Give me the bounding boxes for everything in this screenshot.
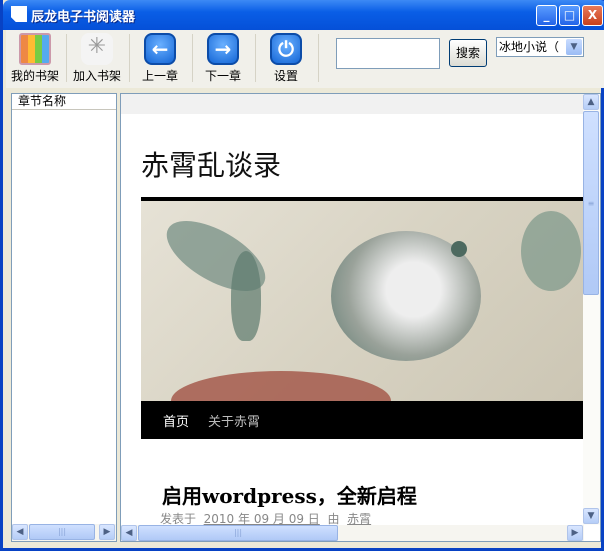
tool-label: 下一章 bbox=[204, 69, 241, 83]
add-to-bookshelf-button[interactable]: ✳ 加入书架 bbox=[69, 30, 125, 88]
nav-home-link[interactable]: 首页 bbox=[163, 411, 189, 430]
scroll-thumb[interactable]: ≡ bbox=[583, 111, 599, 295]
scroll-up-icon[interactable]: ▲ bbox=[583, 94, 599, 110]
add-shelf-icon: ✳ bbox=[81, 33, 113, 65]
scroll-down-icon[interactable]: ▼ bbox=[583, 508, 599, 524]
content-view[interactable]: 赤霄乱谈录 首页 关于赤霄 启用wordpress，全新启程 发表于 2010 … bbox=[120, 93, 601, 542]
bookshelf-icon bbox=[19, 33, 51, 65]
chevron-down-icon[interactable]: ▼ bbox=[566, 39, 582, 55]
search-button[interactable]: 搜索 bbox=[449, 39, 487, 67]
site-title[interactable]: 赤霄乱谈录 bbox=[141, 144, 281, 184]
content-horizontal-scrollbar[interactable]: ◀ ||| ▶ bbox=[121, 525, 584, 541]
arrow-right-icon: → bbox=[207, 33, 239, 65]
my-bookshelf-button[interactable]: 我的书架 bbox=[7, 30, 63, 88]
app-icon bbox=[11, 6, 27, 22]
header-banner-image bbox=[141, 197, 584, 401]
close-button[interactable]: X bbox=[582, 5, 603, 26]
chapter-list-horizontal-scrollbar[interactable]: ◀ ||| ▶ bbox=[12, 524, 116, 541]
tool-label: 设置 bbox=[273, 69, 298, 83]
arrow-left-icon: ← bbox=[144, 33, 176, 65]
toolbar: 我的书架 ✳ 加入书架 ← 上一章 → 下一章 ⏻ 设置 搜索 冰地小说（ ▼ bbox=[6, 30, 604, 88]
nav-about-link[interactable]: 关于赤霄 bbox=[208, 411, 260, 430]
tool-label: 加入书架 bbox=[72, 69, 121, 83]
app-window: 辰龙电子书阅读器 _ □ X 我的书架 ✳ 加入书架 ← 上一章 → 下一章 ⏻… bbox=[0, 0, 604, 551]
tool-label: 上一章 bbox=[141, 69, 178, 83]
scroll-right-icon[interactable]: ▶ bbox=[567, 525, 583, 541]
settings-button[interactable]: ⏻ 设置 bbox=[258, 30, 314, 88]
search-input[interactable] bbox=[336, 38, 440, 69]
scroll-left-icon[interactable]: ◀ bbox=[12, 524, 28, 540]
next-chapter-button[interactable]: → 下一章 bbox=[195, 30, 251, 88]
post-title[interactable]: 启用wordpress，全新启程 bbox=[162, 480, 417, 509]
minimize-button[interactable]: _ bbox=[536, 5, 557, 26]
page-top-band bbox=[121, 94, 584, 114]
scroll-right-icon[interactable]: ▶ bbox=[99, 524, 115, 540]
chapter-name-column-header[interactable]: 章节名称 bbox=[12, 94, 116, 110]
title-bar[interactable]: 辰龙电子书阅读器 _ □ X bbox=[3, 0, 604, 30]
post-author-link[interactable]: 赤霄 bbox=[347, 512, 371, 526]
post-date-link[interactable]: 2010 年 09 月 09 日 bbox=[204, 512, 320, 526]
power-icon: ⏻ bbox=[270, 33, 302, 65]
scroll-thumb[interactable]: ||| bbox=[138, 525, 338, 541]
site-nav: 首页 关于赤霄 bbox=[141, 401, 584, 439]
window-title: 辰龙电子书阅读器 bbox=[31, 10, 136, 25]
meta-by: 由 bbox=[327, 512, 340, 526]
source-selected-value: 冰地小说（ bbox=[499, 40, 560, 54]
content-vertical-scrollbar[interactable]: ▲ ≡ ▼ bbox=[583, 94, 600, 525]
source-select[interactable]: 冰地小说（ ▼ bbox=[496, 37, 584, 57]
scroll-left-icon[interactable]: ◀ bbox=[121, 525, 137, 541]
meta-prefix: 发表于 bbox=[160, 512, 197, 526]
tool-label: 我的书架 bbox=[10, 69, 59, 83]
scroll-thumb[interactable]: ||| bbox=[29, 524, 95, 540]
maximize-button[interactable]: □ bbox=[559, 5, 580, 26]
chapter-list[interactable]: 章节名称 ◀ ||| ▶ bbox=[11, 93, 117, 542]
previous-chapter-button[interactable]: ← 上一章 bbox=[132, 30, 188, 88]
